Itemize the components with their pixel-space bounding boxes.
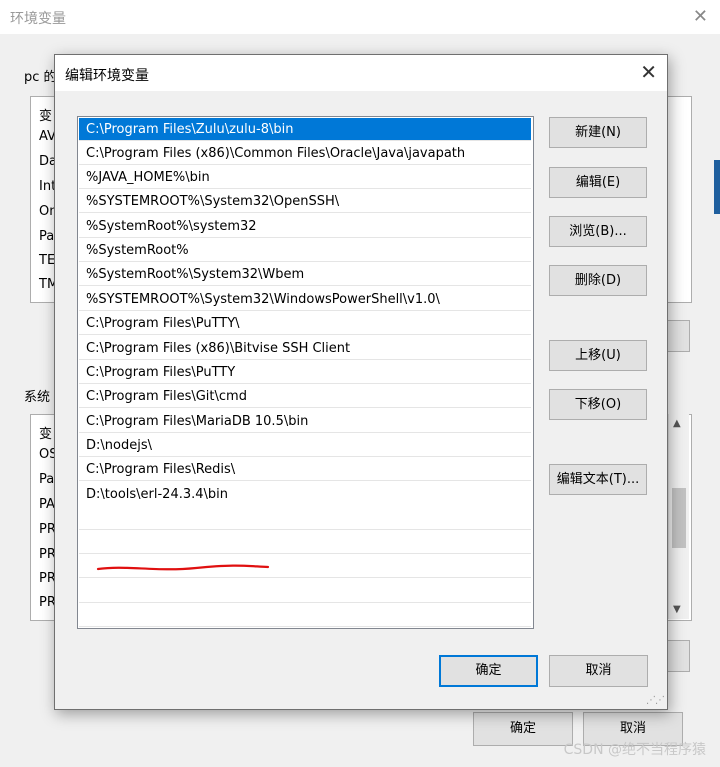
close-icon[interactable]: ✕	[640, 60, 657, 84]
edit-environment-variable-dialog: 编辑环境变量 ✕ C:\Program Files\Zulu\zulu-8\bi…	[54, 54, 668, 710]
path-list-item[interactable]: C:\Program Files (x86)\Bitvise SSH Clien…	[79, 337, 531, 360]
background-close-icon[interactable]: ✕	[693, 6, 708, 27]
empty-row[interactable]	[79, 507, 531, 530]
list-item[interactable]: 变	[39, 105, 52, 124]
path-list-item[interactable]: %SystemRoot%	[79, 239, 531, 262]
system-list-scrollbar[interactable]: ▲ ▼	[668, 414, 689, 619]
path-list-item[interactable]: C:\Program Files\Git\cmd	[79, 385, 531, 408]
watermark: CSDN @绝不当程序猿	[563, 742, 706, 758]
path-list-item[interactable]: C:\Program Files\Zulu\zulu-8\bin	[79, 118, 531, 141]
edit-text-button[interactable]: 编辑文本(T)...	[549, 464, 647, 495]
path-list-item[interactable]: %SystemRoot%\System32\Wbem	[79, 263, 531, 286]
path-list-item-new[interactable]: D:\tools\erl-24.3.4\bin	[79, 483, 531, 506]
path-list[interactable]: C:\Program Files\Zulu\zulu-8\bin C:\Prog…	[77, 116, 534, 629]
scroll-down-arrow-icon[interactable]: ▼	[673, 604, 681, 615]
empty-row[interactable]	[79, 580, 531, 603]
path-list-item[interactable]: C:\Program Files\Redis\	[79, 458, 531, 481]
path-list-item[interactable]: C:\Program Files\PuTTY\	[79, 312, 531, 335]
user-variables-label: pc 的	[24, 70, 57, 85]
background-window-title: 环境变量	[10, 11, 66, 27]
path-list-item[interactable]: C:\Program Files\PuTTY	[79, 361, 531, 384]
list-item[interactable]: 变	[39, 423, 52, 442]
scrollbar-thumb[interactable]	[672, 488, 686, 548]
path-list-item[interactable]: D:\nodejs\	[79, 434, 531, 457]
background-ok-button[interactable]: 确定	[473, 712, 573, 746]
path-list-item[interactable]: C:\Program Files\MariaDB 10.5\bin	[79, 410, 531, 433]
list-item[interactable]: PA	[39, 497, 55, 512]
edit-button[interactable]: 编辑(E)	[549, 167, 647, 198]
dialog-title: 编辑环境变量	[65, 68, 149, 84]
system-variables-label: 系统	[24, 390, 51, 405]
list-item[interactable]: TE	[39, 253, 55, 268]
resize-grip-icon[interactable]: ⋰⋰	[646, 695, 665, 706]
list-item[interactable]: Pa	[39, 229, 54, 244]
path-list-item[interactable]: %SystemRoot%\system32	[79, 215, 531, 238]
red-underline-annotation	[96, 564, 270, 571]
window-edge-accent	[714, 160, 720, 214]
move-down-button[interactable]: 下移(O)	[549, 389, 647, 420]
path-list-item[interactable]: %SYSTEMROOT%\System32\WindowsPowerShell\…	[79, 288, 531, 311]
dialog-titlebar: 编辑环境变量 ✕	[55, 55, 667, 91]
browse-button[interactable]: 浏览(B)...	[549, 216, 647, 247]
move-up-button[interactable]: 上移(U)	[549, 340, 647, 371]
cancel-button[interactable]: 取消	[549, 655, 648, 687]
empty-row[interactable]	[79, 604, 531, 627]
new-button[interactable]: 新建(N)	[549, 117, 647, 148]
list-item[interactable]: Pa	[39, 472, 54, 487]
background-titlebar: 环境变量 ✕	[0, 0, 720, 34]
path-list-item[interactable]: %JAVA_HOME%\bin	[79, 166, 531, 189]
scroll-up-arrow-icon[interactable]: ▲	[673, 418, 681, 429]
delete-button[interactable]: 删除(D)	[549, 265, 647, 296]
path-list-item[interactable]: %SYSTEMROOT%\System32\OpenSSH\	[79, 190, 531, 213]
ok-button[interactable]: 确定	[439, 655, 538, 687]
empty-row[interactable]	[79, 531, 531, 554]
path-list-item[interactable]: C:\Program Files (x86)\Common Files\Orac…	[79, 142, 531, 165]
